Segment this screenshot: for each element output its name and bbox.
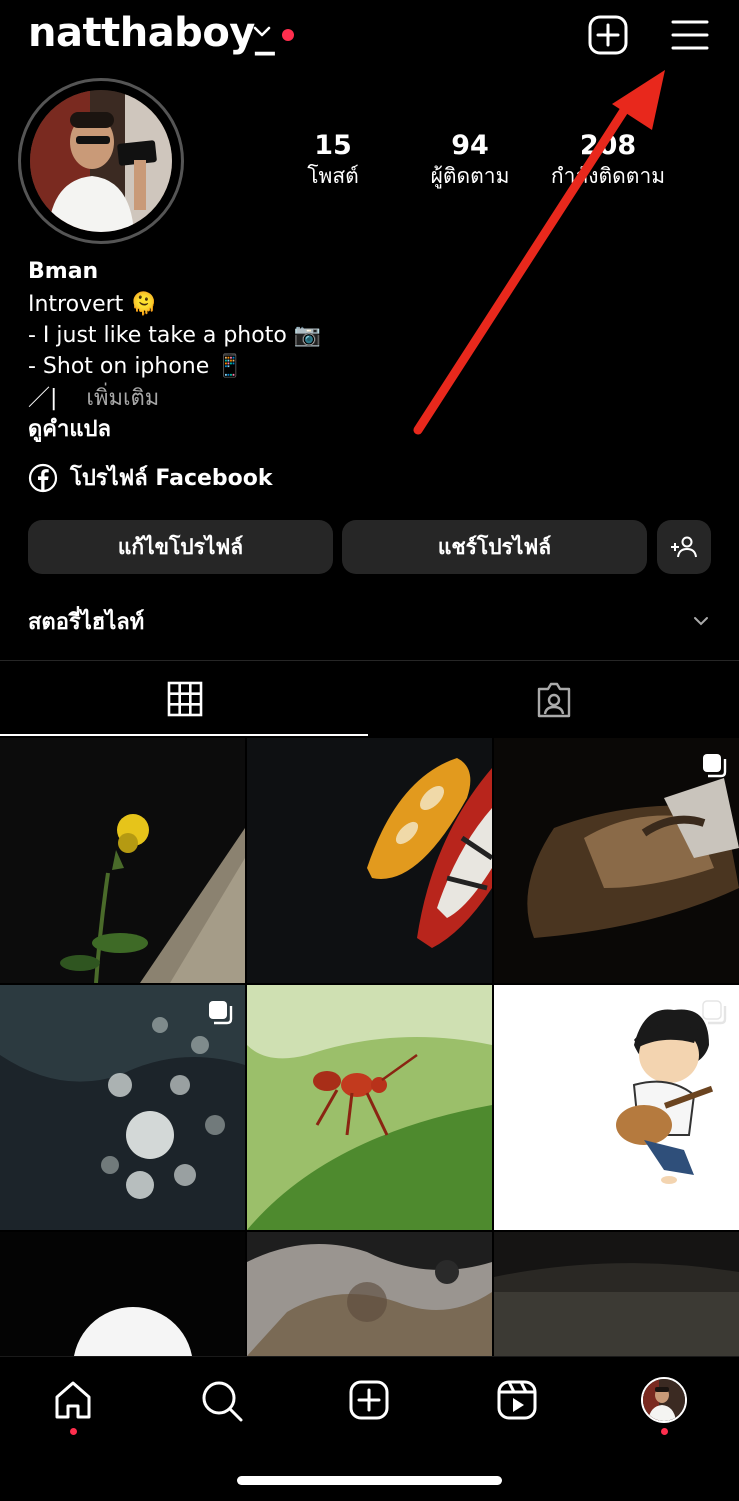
post-tile[interactable] — [247, 985, 492, 1230]
home-notification-dot — [70, 1428, 77, 1435]
annotation-arrow — [413, 70, 665, 435]
reels-icon[interactable] — [497, 1380, 537, 1420]
divider — [0, 660, 739, 661]
add-person-icon — [671, 536, 697, 558]
bio-line-3: - Shot on iphone 📱 — [28, 354, 244, 379]
search-icon[interactable] — [200, 1379, 244, 1423]
stat-posts-label: โพสต์ — [307, 164, 359, 188]
post-tile[interactable] — [0, 985, 245, 1230]
post-tile[interactable] — [494, 1232, 739, 1356]
chevron-down-icon[interactable] — [252, 24, 272, 40]
facebook-profile-label: โปรไฟล์ Facebook — [70, 466, 273, 491]
hamburger-menu-icon[interactable] — [670, 18, 710, 52]
carousel-icon — [209, 1001, 233, 1025]
post-tile[interactable] — [0, 738, 245, 983]
share-profile-button[interactable]: แชร์โปรไฟล์ — [342, 520, 647, 574]
bio-line-4-text: ／| — [28, 386, 58, 411]
profile-avatar[interactable] — [641, 1377, 687, 1423]
facebook-icon — [28, 463, 58, 492]
home-indicator[interactable] — [237, 1476, 502, 1485]
notification-dot — [282, 29, 294, 41]
stat-posts-count: 15 — [314, 130, 352, 161]
story-highlights-label[interactable]: สตอรี่ไฮไลท์ — [28, 604, 144, 639]
post-tile[interactable] — [494, 738, 739, 983]
home-icon[interactable] — [52, 1379, 94, 1421]
chevron-down-icon[interactable] — [692, 614, 710, 628]
see-translation-link[interactable]: ดูคำแปล — [28, 414, 111, 445]
plus-square-icon[interactable] — [588, 15, 628, 55]
username[interactable]: natthaboy_ — [28, 10, 275, 56]
active-tab-indicator — [0, 734, 368, 736]
profile-notification-dot — [661, 1428, 668, 1435]
more-link[interactable]: เพิ่มเติม — [86, 386, 159, 411]
tagged-person-icon[interactable] — [535, 681, 573, 719]
bio-line-4: ／| เพิ่มเติม — [28, 383, 159, 414]
create-icon[interactable] — [349, 1380, 389, 1420]
carousel-icon — [703, 754, 727, 778]
stat-posts[interactable]: 15 โพสต์ — [263, 130, 403, 190]
bio-line-2: - I just like take a photo 📷 — [28, 323, 322, 348]
avatar[interactable] — [30, 90, 172, 232]
post-tile[interactable] — [494, 985, 739, 1230]
discover-people-button[interactable] — [657, 520, 711, 574]
post-tile[interactable] — [247, 1232, 492, 1356]
facebook-profile-link[interactable]: โปรไฟล์ Facebook — [28, 460, 273, 495]
grid-icon[interactable] — [167, 681, 203, 717]
display-name: Bman — [28, 259, 99, 284]
edit-profile-button[interactable]: แก้ไขโปรไฟล์ — [28, 520, 333, 574]
bio-line-1: Introvert 🫠 — [28, 292, 158, 317]
post-tile[interactable] — [0, 1232, 245, 1356]
carousel-icon — [702, 1000, 727, 1025]
post-tile[interactable] — [247, 738, 492, 983]
